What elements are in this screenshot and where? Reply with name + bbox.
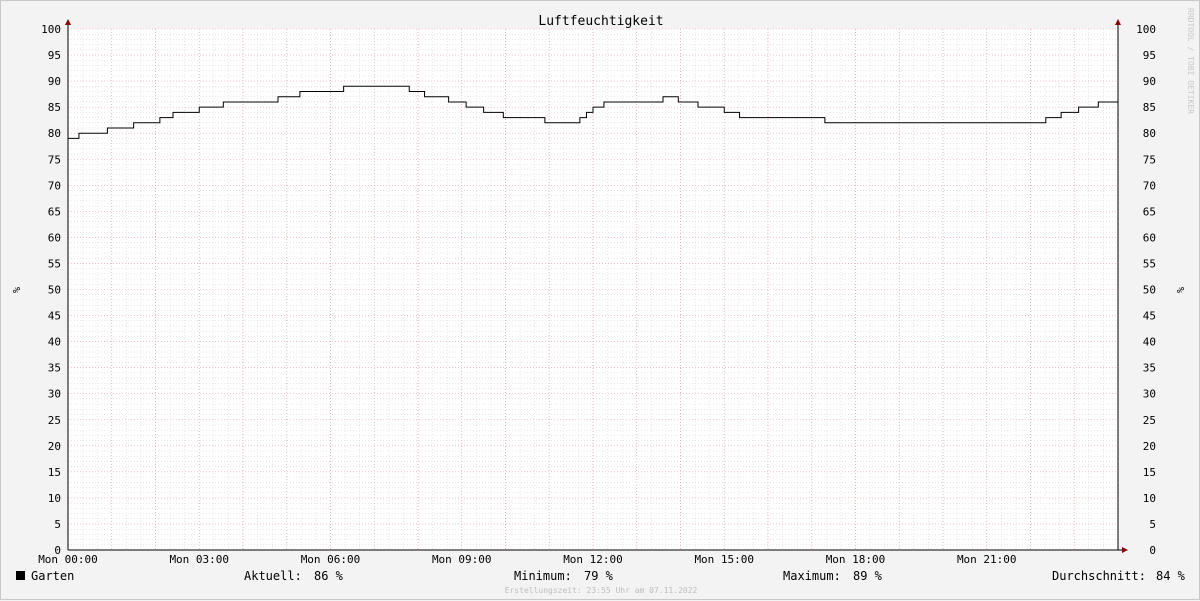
y-tick-label-left: 85 (48, 101, 61, 114)
x-tick-label: Mon 06:00 (301, 553, 361, 566)
y-tick-label-left: 20 (48, 440, 61, 453)
y-tick-label-right: 40 (1143, 336, 1156, 349)
y-tick-label-left: 70 (48, 179, 61, 192)
footer-timestamp: Erstellungszeit: 23:55 Uhr am 07.11.2022 (505, 586, 698, 595)
y-tick-label-right: 95 (1143, 49, 1156, 62)
y-tick-label-right: 50 (1143, 284, 1156, 297)
chart-svg: 0 5 10 15 20 25 30 35 40 45 50 55 60 65 70 75 80 85 90 95 10… (10, 8, 1195, 595)
legend-current-label: Aktuell: (244, 569, 302, 583)
legend-max-value: 89 % (853, 569, 883, 583)
x-tick-labels: Mon 00:00 Mon 03:00 Mon 06:00 Mon 09:00 Mon … (38, 553, 1016, 566)
y-tick-label-right: 75 (1143, 153, 1156, 166)
y-tick-label-right: 30 (1143, 388, 1156, 401)
y-tick-label-left: 90 (48, 75, 61, 88)
legend-current-value: 86 % (314, 569, 344, 583)
legend-avg-label: Durchschnitt: (1052, 569, 1146, 583)
y-tick-label-right: 80 (1143, 127, 1156, 140)
y-tick-label-right: 20 (1143, 440, 1156, 453)
y-tick-label-right: 15 (1143, 466, 1156, 479)
y-tick-label-left: 35 (48, 362, 61, 375)
x-tick-label: Mon 12:00 (563, 553, 623, 566)
y-tick-label-right: 25 (1143, 414, 1156, 427)
y-tick-label-left: 60 (48, 231, 61, 244)
y-tick-label-left: 25 (48, 414, 61, 427)
y-tick-label-right: 60 (1143, 231, 1156, 244)
y-tick-label-right: 100 (1136, 23, 1156, 36)
rrdtool-watermark: RRDTOOL / TOBI OETIKER (1186, 8, 1195, 114)
x-tick-label: Mon 09:00 (432, 553, 492, 566)
y-tick-labels-right: 0 5 10 15 20 25 30 35 40 45 50 55 60 65 70 75 80 85 90 95 10… (1136, 23, 1156, 557)
y-tick-label-right: 70 (1143, 179, 1156, 192)
y-tick-label-left: 65 (48, 205, 61, 218)
legend-series-name: Garten (31, 569, 74, 583)
y-tick-label-left: 40 (48, 336, 61, 349)
y-tick-label-right: 90 (1143, 75, 1156, 88)
y-tick-label-right: 5 (1149, 518, 1156, 531)
y-tick-label-left: 30 (48, 388, 61, 401)
legend-min-label: Minimum: (514, 569, 572, 583)
x-tick-label: Mon 15:00 (694, 553, 754, 566)
legend-swatch (16, 571, 25, 580)
y-tick-label-right: 45 (1143, 310, 1156, 323)
x-tick-label: Mon 03:00 (169, 553, 229, 566)
x-tick-label: Mon 21:00 (957, 553, 1017, 566)
legend-avg-value: 84 % (1156, 569, 1186, 583)
y-axis-arrow-left (65, 19, 71, 25)
legend-min-value: 79 % (584, 569, 614, 583)
y-tick-labels-left: 0510152025303540455055606570758085909510… (41, 23, 61, 557)
y-tick-label-right: 10 (1143, 492, 1156, 505)
y-tick-label-right: 85 (1143, 101, 1156, 114)
y-tick-label-left: 55 (48, 257, 61, 270)
chart-title: Luftfeuchtigkeit (538, 14, 663, 29)
y-tick-label-left: 80 (48, 127, 61, 140)
y-tick-label-left: 5 (54, 518, 61, 531)
y-tick-label-right: 35 (1143, 362, 1156, 375)
y-tick-label-left: 95 (48, 49, 61, 62)
y-axis-label-right: % (1174, 287, 1185, 293)
y-tick-label-right: 65 (1143, 205, 1156, 218)
y-axis-label-left: % (10, 287, 21, 293)
x-axis-arrow (1122, 547, 1128, 553)
y-tick-label-left: 100 (41, 23, 61, 36)
y-tick-label-left: 10 (48, 492, 61, 505)
y-tick-label-left: 15 (48, 466, 61, 479)
x-tick-label: Mon 18:00 (826, 553, 886, 566)
x-tick-label: Mon 00:00 (38, 553, 98, 566)
y-axis-arrow-right (1115, 19, 1121, 25)
chart-frame: 0 5 10 15 20 25 30 35 40 45 50 55 60 65 70 75 80 85 90 95 10… (0, 0, 1200, 600)
y-tick-label-left: 45 (48, 310, 61, 323)
y-tick-label-right: 55 (1143, 257, 1156, 270)
y-tick-label-left: 75 (48, 153, 61, 166)
legend-max-label: Maximum: (783, 569, 841, 583)
y-tick-label-right: 0 (1149, 544, 1156, 557)
y-tick-label-left: 50 (48, 284, 61, 297)
